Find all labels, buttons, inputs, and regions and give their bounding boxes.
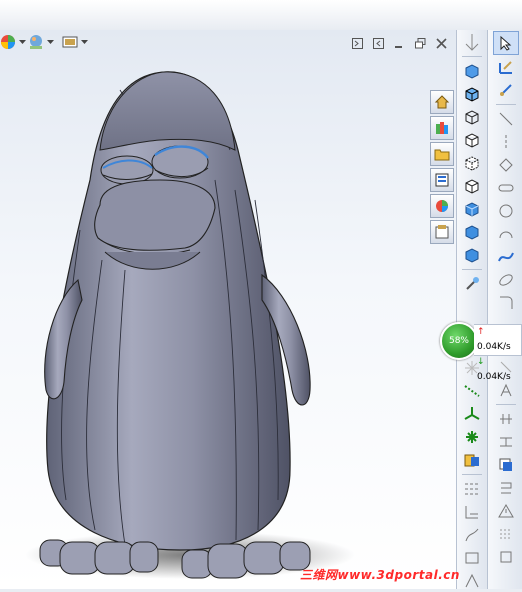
appearances-icon[interactable] (430, 194, 454, 218)
select-arrow-icon[interactable] (492, 31, 519, 55)
mate-reference-icon[interactable] (460, 449, 484, 471)
dimension-icon[interactable] (460, 501, 484, 523)
point-icon[interactable] (460, 426, 484, 448)
sketch-toolbar (487, 30, 522, 589)
penguin-beak (94, 179, 216, 251)
linear-pattern-icon[interactable] (494, 523, 518, 545)
network-speed-panel: ↑ 0.04K/s ↓ 0.04K/s (474, 324, 522, 382)
repair-sketch-icon[interactable] (494, 546, 518, 568)
home-icon[interactable] (430, 90, 454, 114)
spline-icon[interactable] (494, 246, 518, 268)
sketch-icon[interactable] (494, 56, 518, 78)
arc-icon[interactable] (494, 223, 518, 245)
graphics-viewport[interactable] (0, 30, 456, 589)
shaded-edges-cube-icon[interactable] (460, 83, 484, 105)
trimetric-cube-icon[interactable] (460, 221, 484, 243)
rectangle-icon[interactable] (460, 547, 484, 569)
mirror-icon[interactable] (494, 477, 518, 499)
hidden-lines-cube-icon[interactable] (460, 129, 484, 151)
section-cube-icon[interactable] (460, 175, 484, 197)
sketch-relations-icon[interactable] (460, 478, 484, 500)
network-monitor: 58% ↑ 0.04K/s ↓ 0.04K/s (440, 322, 522, 382)
network-usage-indicator[interactable]: 58% (440, 322, 478, 360)
penguin-model[interactable] (0, 30, 456, 589)
watermark: 三维网www.3dportal.cn (300, 568, 460, 582)
extend-icon[interactable] (494, 431, 518, 453)
hidden-removed-cube-icon[interactable] (460, 152, 484, 174)
penguin-body (46, 71, 291, 551)
line-icon[interactable] (494, 108, 518, 130)
offset-icon[interactable] (494, 454, 518, 476)
upload-speed: 0.04K/s (477, 342, 511, 352)
shaded-cube-icon[interactable] (460, 60, 484, 82)
download-speed: 0.04K/s (477, 372, 511, 382)
smart-dimension-tool-icon[interactable] (494, 79, 518, 101)
penguin-head (99, 71, 236, 151)
trim-icon[interactable] (494, 408, 518, 430)
centerline-icon[interactable] (494, 131, 518, 153)
design-library-icon[interactable] (430, 116, 454, 140)
ellipse-icon[interactable] (494, 269, 518, 291)
view-orientation-icon[interactable] (460, 31, 484, 53)
iso-cube-icon[interactable] (460, 198, 484, 220)
top-toolbar (0, 0, 522, 30)
warning-icon[interactable] (494, 500, 518, 522)
wireframe-cube-icon[interactable] (460, 106, 484, 128)
view-palette-icon[interactable] (430, 168, 454, 192)
dimetric-cube-icon[interactable] (460, 244, 484, 266)
view-toolbar (456, 30, 487, 589)
curve-icon[interactable] (460, 524, 484, 546)
polygon-icon[interactable] (494, 154, 518, 176)
fillet-icon[interactable] (494, 292, 518, 314)
slot-icon[interactable] (494, 177, 518, 199)
custom-properties-icon[interactable] (430, 220, 454, 244)
light-icon[interactable] (460, 273, 484, 295)
coordinate-system-icon[interactable] (460, 403, 484, 425)
file-explorer-icon[interactable] (430, 142, 454, 166)
task-pane-tabs (430, 90, 454, 246)
network-percent: 58% (448, 336, 469, 346)
circle-icon[interactable] (494, 200, 518, 222)
